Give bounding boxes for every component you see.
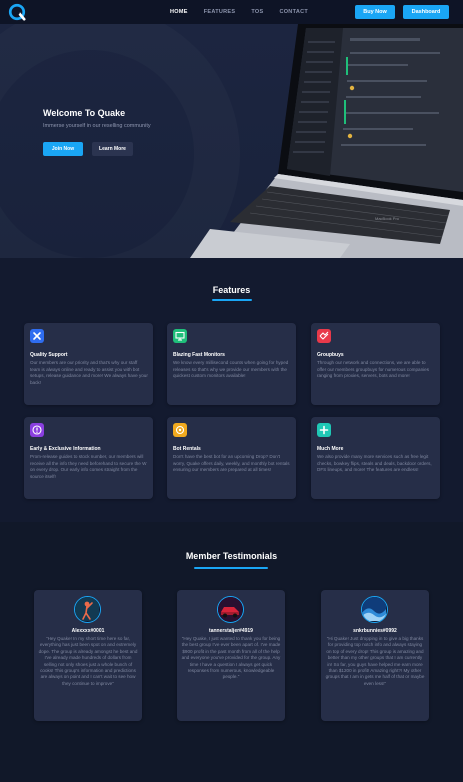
laptop-image: MacBook Pro bbox=[190, 24, 463, 258]
feature-card-bot-rentals: Bot Rentals Don't have the best bot for … bbox=[167, 417, 296, 499]
learn-more-button[interactable]: Learn More bbox=[92, 142, 133, 156]
quake-logo-icon[interactable] bbox=[8, 3, 26, 21]
coins-icon bbox=[173, 423, 187, 437]
feature-text: Prom-release guides to stock number, our… bbox=[30, 454, 147, 479]
features-title: Features bbox=[212, 285, 251, 295]
nav-features[interactable]: FEATURES bbox=[204, 9, 236, 15]
testimonial-text: "Hey Quake, I just wanted to thank you f… bbox=[181, 636, 281, 680]
testimonial-card: tannerstaljer#4919 "Hey Quake, I just wa… bbox=[177, 590, 285, 721]
feature-text: Don't have the best bot for an upcoming … bbox=[173, 454, 290, 473]
dashboard-button[interactable]: Dashboard bbox=[403, 5, 449, 19]
alert-icon bbox=[30, 423, 44, 437]
testimonial-text: "Hey Quake! In my short time here so far… bbox=[38, 636, 138, 686]
car-avatar bbox=[217, 596, 244, 623]
testimonial-name: tannerstaljer#4919 bbox=[209, 628, 253, 634]
feature-title: Much More bbox=[317, 446, 344, 452]
buy-now-button[interactable]: Buy Now bbox=[355, 5, 395, 19]
tools-icon bbox=[30, 329, 44, 343]
feature-title: Groupbuys bbox=[317, 352, 344, 358]
testimonial-name: Alexxxx#0001 bbox=[71, 628, 105, 634]
feature-text: Through our network and connections, we … bbox=[317, 360, 430, 379]
feature-card-monitors: Blazing Fast Monitors We know every mill… bbox=[167, 323, 296, 405]
nav-contact[interactable]: CONTACT bbox=[279, 9, 308, 15]
wave-avatar bbox=[361, 596, 388, 623]
hero-section: Welcome To Quake Immerse yourself in our… bbox=[0, 24, 463, 258]
feature-title: Quality Support bbox=[30, 352, 68, 358]
hero-title: Welcome To Quake bbox=[43, 108, 126, 118]
plus-icon bbox=[317, 423, 331, 437]
feature-title: Bot Rentals bbox=[173, 446, 201, 452]
feature-text: We also provide many more services such … bbox=[317, 454, 432, 473]
nav-tos[interactable]: TOS bbox=[251, 9, 263, 15]
monitor-icon bbox=[173, 329, 187, 343]
feature-text: Our members are our priority and that's … bbox=[30, 360, 148, 385]
feature-title: Early & Exclusive Information bbox=[30, 446, 101, 452]
features-underline bbox=[212, 299, 252, 301]
join-now-button[interactable]: Join Now bbox=[43, 142, 83, 156]
testimonial-card: Alexxxx#0001 "Hey Quake! In my short tim… bbox=[34, 590, 142, 721]
top-nav: HOME FEATURES TOS CONTACT Buy Now Dashbo… bbox=[0, 0, 463, 24]
handshake-icon bbox=[317, 329, 331, 343]
nav-home[interactable]: HOME bbox=[170, 9, 188, 15]
golfer-avatar bbox=[74, 596, 101, 623]
feature-title: Blazing Fast Monitors bbox=[173, 352, 225, 358]
feature-card-early-info: Early & Exclusive Information Prom-relea… bbox=[24, 417, 153, 499]
testimonial-text: "Hi Quake! Just dropping in to give a bi… bbox=[325, 636, 425, 686]
nav-links: HOME FEATURES TOS CONTACT bbox=[170, 0, 308, 24]
hero-subtitle: Immerse yourself in our reselling commun… bbox=[43, 123, 151, 129]
laptop-brand-text: MacBook Pro bbox=[375, 216, 400, 221]
testimonial-name: snkrbunnies#0992 bbox=[353, 628, 397, 634]
testimonial-card: snkrbunnies#0992 "Hi Quake! Just droppin… bbox=[321, 590, 429, 721]
feature-card-much-more: Much More We also provide many more serv… bbox=[311, 417, 440, 499]
feature-card-quality-support: Quality Support Our members are our prio… bbox=[24, 323, 153, 405]
testimonials-underline bbox=[194, 567, 268, 569]
testimonials-title: Member Testimonials bbox=[185, 551, 278, 561]
feature-card-groupbuys: Groupbuys Through our network and connec… bbox=[311, 323, 440, 405]
feature-text: We know every millisecond counts when go… bbox=[173, 360, 289, 379]
